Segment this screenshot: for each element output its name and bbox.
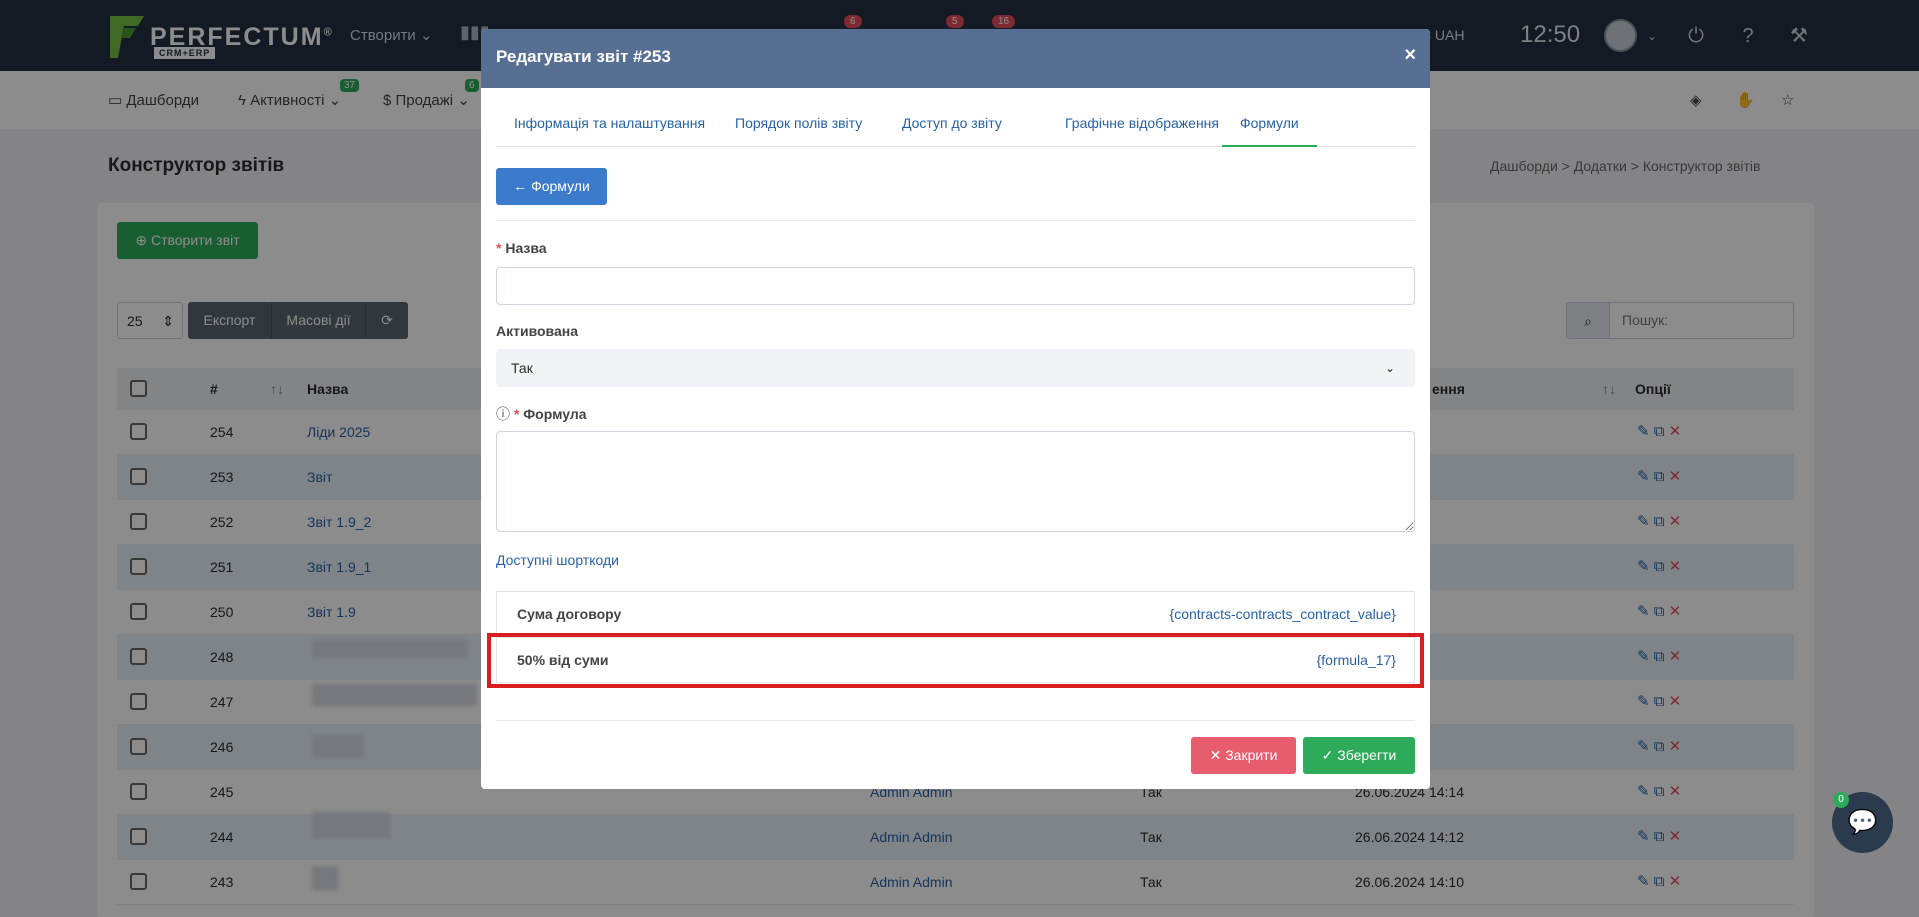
- modal-tabs: Інформація та налаштування Порядок полів…: [496, 113, 1415, 147]
- shortcodes-link[interactable]: Доступні шорткоди: [496, 552, 619, 568]
- tab-field-order[interactable]: Порядок полів звіту: [717, 113, 880, 147]
- name-label: * Назва: [496, 240, 547, 256]
- tab-formulas[interactable]: Формули: [1222, 113, 1317, 147]
- check-icon: ✓: [1321, 747, 1334, 763]
- tab-info[interactable]: Інформація та налаштування: [496, 113, 723, 147]
- formula-textarea[interactable]: [496, 431, 1415, 532]
- close-button[interactable]: ✕ Закрити: [1191, 737, 1296, 774]
- shortcode-code[interactable]: {contracts-contracts_contract_value}: [1170, 606, 1396, 622]
- save-button[interactable]: ✓ Зберегти: [1303, 737, 1415, 774]
- modal-header: Редагувати звіт #253 ×: [481, 29, 1430, 88]
- name-input[interactable]: [496, 267, 1415, 305]
- close-icon: ✕: [1209, 747, 1222, 763]
- chevron-down-icon: ⌄: [1384, 361, 1395, 375]
- close-icon[interactable]: ×: [1404, 44, 1416, 67]
- active-label: Активована: [496, 323, 579, 339]
- chat-badge: 0: [1833, 792, 1849, 808]
- edit-report-modal: Редагувати звіт #253 × Інформація та нал…: [481, 29, 1430, 789]
- shortcode-row: Сума договору {contracts-contracts_contr…: [497, 592, 1416, 638]
- divider: [496, 720, 1415, 721]
- help-icon[interactable]: ⓘ: [496, 406, 510, 422]
- active-select[interactable]: Так ⌄: [496, 349, 1415, 387]
- modal-title: Редагувати звіт #253: [496, 47, 671, 66]
- highlight-box: [487, 633, 1424, 688]
- divider: [496, 220, 1415, 221]
- formula-label: ⓘ * Формула: [496, 406, 587, 422]
- arrow-left-icon: ←: [513, 178, 528, 194]
- tab-access[interactable]: Доступ до звіту: [884, 113, 1020, 147]
- tab-graphic[interactable]: Графічне відображення: [1047, 113, 1237, 147]
- shortcode-name: Сума договору: [517, 606, 622, 622]
- back-to-formulas-button[interactable]: ← Формули: [496, 168, 607, 205]
